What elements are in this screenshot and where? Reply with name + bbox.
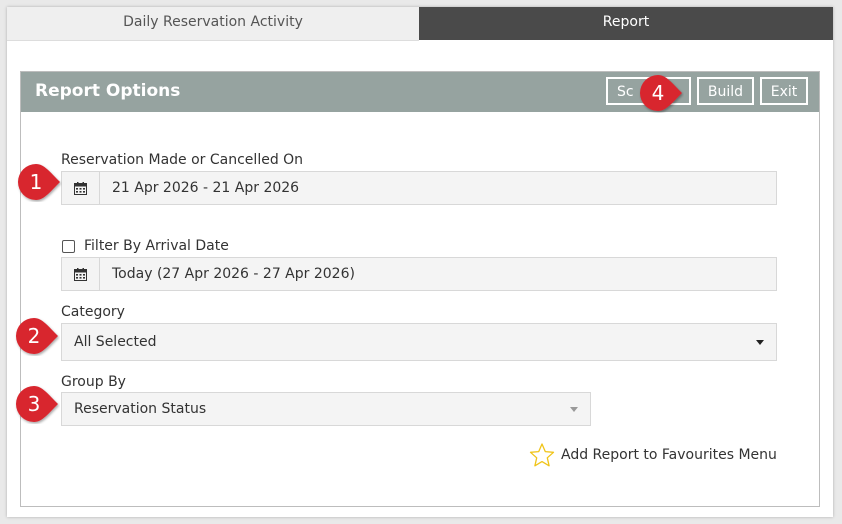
arrival-date-value: Today (27 Apr 2026 - 27 Apr 2026) bbox=[112, 266, 355, 282]
build-button[interactable]: Build bbox=[697, 77, 754, 105]
category-label: Category bbox=[61, 304, 125, 320]
exit-button[interactable]: Exit bbox=[760, 77, 808, 105]
report-options-panel: Report Options Sc Build Exit Reservation… bbox=[20, 71, 820, 507]
category-select[interactable]: All Selected bbox=[61, 323, 777, 361]
reservation-date-label: Reservation Made or Cancelled On bbox=[61, 152, 304, 168]
callout-marker-2: 2 bbox=[14, 316, 60, 356]
category-value: All Selected bbox=[74, 334, 157, 350]
filter-arrival-label: Filter By Arrival Date bbox=[84, 238, 229, 254]
panel-header: Report Options Sc Build Exit bbox=[21, 72, 819, 112]
callout-number: 3 bbox=[27, 392, 41, 416]
add-to-favourites-link[interactable]: Add Report to Favourites Menu bbox=[529, 443, 777, 467]
callout-marker-4: 4 bbox=[638, 73, 684, 113]
callout-marker-1: 1 bbox=[16, 162, 62, 202]
panel-title: Report Options bbox=[35, 81, 181, 101]
callout-number: 2 bbox=[27, 324, 41, 348]
filter-arrival-checkbox[interactable] bbox=[62, 240, 75, 253]
star-icon bbox=[529, 443, 555, 467]
chevron-down-icon bbox=[570, 407, 578, 412]
tab-report[interactable]: Report bbox=[419, 7, 833, 40]
calendar-icon[interactable] bbox=[62, 172, 100, 204]
group-by-label: Group By bbox=[61, 374, 126, 390]
group-by-select[interactable]: Reservation Status bbox=[61, 392, 591, 426]
calendar-icon[interactable] bbox=[62, 258, 100, 290]
callout-number: 1 bbox=[29, 170, 43, 194]
reservation-date-range-field[interactable]: 21 Apr 2026 - 21 Apr 2026 bbox=[61, 171, 777, 205]
callout-number: 4 bbox=[651, 81, 665, 105]
report-window: Daily Reservation Activity Report Report… bbox=[7, 7, 833, 517]
favourites-label: Add Report to Favourites Menu bbox=[561, 447, 777, 463]
arrival-date-range-field[interactable]: Today (27 Apr 2026 - 27 Apr 2026) bbox=[61, 257, 777, 291]
reservation-date-value: 21 Apr 2026 - 21 Apr 2026 bbox=[112, 180, 300, 196]
chevron-down-icon bbox=[756, 340, 764, 345]
tab-bar: Daily Reservation Activity Report bbox=[7, 7, 833, 41]
callout-marker-3: 3 bbox=[14, 384, 60, 424]
tab-daily-reservation-activity[interactable]: Daily Reservation Activity bbox=[7, 7, 419, 41]
group-by-value: Reservation Status bbox=[74, 401, 207, 417]
